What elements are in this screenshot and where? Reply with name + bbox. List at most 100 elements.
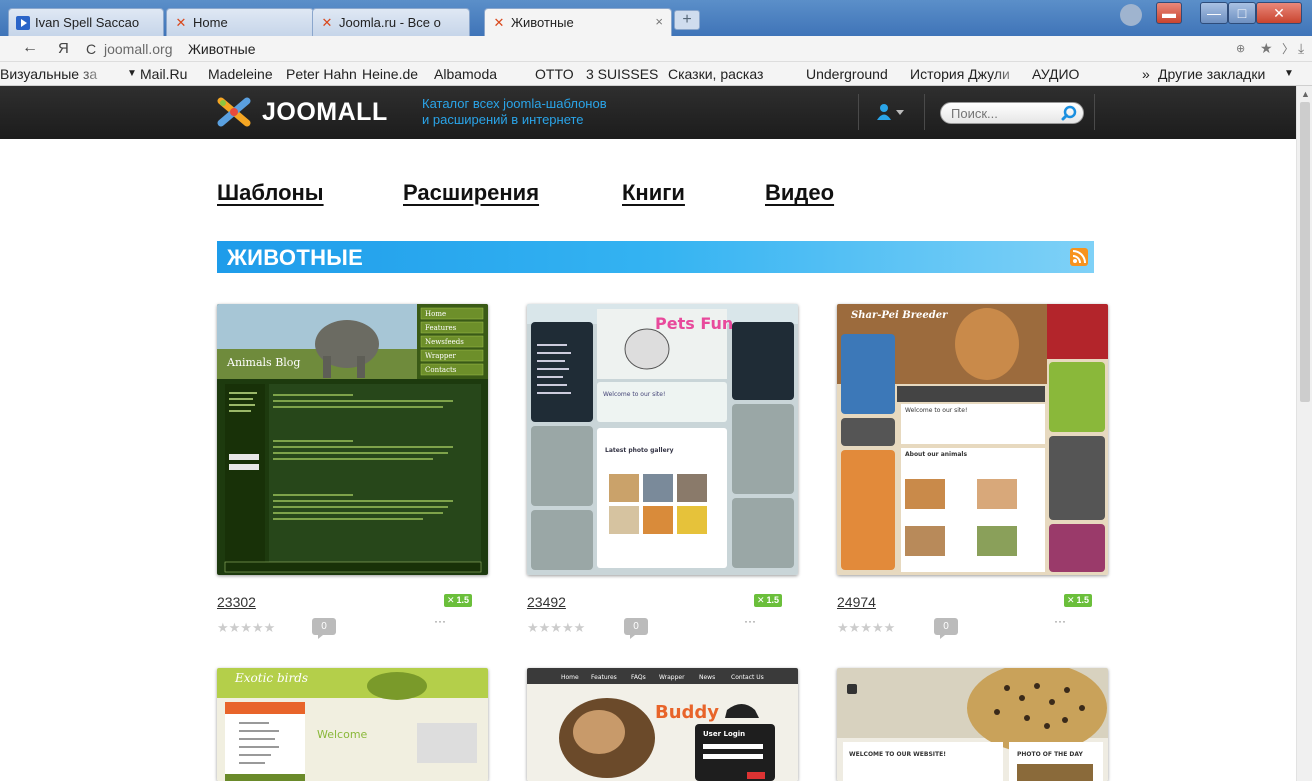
shar-pei-preview: Shar-Pei Breeder Welcome to our site! Ab… xyxy=(837,304,1108,575)
rating-stars[interactable]: ★★★★★ xyxy=(837,620,895,636)
chevron-down-icon[interactable]: ▼ xyxy=(1284,68,1294,79)
preview-welcome: Welcome to our site! xyxy=(603,391,665,398)
preview-photo-title: PHOTO OF THE DAY xyxy=(1017,751,1083,758)
site-logo[interactable]: JOOMALL xyxy=(262,98,388,127)
preview-welcome: Welcome xyxy=(317,728,368,741)
tab-label: Ivan Spell Saccao xyxy=(35,15,140,30)
more-options-icon[interactable]: ··· xyxy=(744,614,756,628)
preview-menu-item: Contacts xyxy=(425,366,457,374)
tab-animals[interactable]: ✕ Животные × xyxy=(484,8,672,37)
scroll-up-icon[interactable]: ▲ xyxy=(1301,89,1310,99)
search-input[interactable] xyxy=(951,105,1051,121)
template-thumbnail[interactable]: WELCOME TO OUR WEBSITE! PHOTO OF THE DAY xyxy=(837,668,1108,781)
reload-icon[interactable]: C xyxy=(86,41,96,57)
template-thumbnail[interactable]: Shar-Pei Breeder Welcome to our site! Ab… xyxy=(837,304,1108,575)
site-header: JOOMALL Каталог всех joomla-шаблонов и р… xyxy=(0,86,1296,139)
animals-blog-preview: Home Features Newsfeeds Wrapper Contacts… xyxy=(217,304,488,575)
nav-templates[interactable]: Шаблоны xyxy=(217,180,324,206)
template-thumbnail[interactable]: Pets Fun Welcome to our site! Latest pho… xyxy=(527,304,798,575)
bookmark-item[interactable]: История Джули xyxy=(910,66,1028,82)
site-tagline: Каталог всех joomla-шаблонов и расширени… xyxy=(422,96,607,128)
joomla-icon: ✕ xyxy=(175,15,187,30)
close-window-button[interactable]: ✕ xyxy=(1256,2,1302,24)
preview-menu-item: FAQs xyxy=(631,674,646,681)
profile-icon[interactable] xyxy=(1120,4,1142,26)
scroll-thumb[interactable] xyxy=(1300,102,1310,402)
back-icon[interactable]: ← xyxy=(22,39,38,57)
bookmark-item[interactable]: Madeleine xyxy=(208,66,273,82)
more-options-icon[interactable]: ··· xyxy=(1054,614,1066,628)
bookmark-item[interactable]: OTTO xyxy=(535,66,574,82)
new-tab-button[interactable]: + xyxy=(674,10,700,30)
maximize-button[interactable]: □ xyxy=(1228,2,1256,24)
bookmark-star-icon[interactable]: ★ xyxy=(1260,40,1273,57)
bookmark-item[interactable]: Сказки, расказ xyxy=(668,66,802,82)
bookmark-item[interactable]: Albamoda xyxy=(434,66,497,82)
template-thumbnail[interactable]: Exotic birds Welcome xyxy=(217,668,488,781)
buddy-preview: Home Features FAQs Wrapper News Contact … xyxy=(527,668,798,781)
nav-video[interactable]: Видео xyxy=(765,180,834,206)
template-id-link[interactable]: 23302 xyxy=(217,594,256,610)
tab-label: Home xyxy=(193,15,228,30)
protect-icon[interactable]: ⊕ xyxy=(1236,42,1245,55)
other-bookmarks[interactable]: Другие закладки xyxy=(1158,66,1265,82)
user-menu-icon[interactable] xyxy=(876,103,906,121)
more-options-icon[interactable]: ··· xyxy=(434,614,446,628)
bookmark-item[interactable]: АУДИО xyxy=(1032,66,1079,82)
comment-count-icon[interactable]: 0 xyxy=(312,618,336,639)
tagline-line: Каталог всех joomla-шаблонов xyxy=(422,96,607,111)
category-header: ЖИВОТНЫЕ xyxy=(217,241,1094,273)
search-icon[interactable] xyxy=(1061,105,1077,121)
comment-count-icon[interactable]: 0 xyxy=(934,618,958,639)
close-tab-icon[interactable]: × xyxy=(655,14,663,29)
preview-welcome: Welcome to our site! xyxy=(905,407,967,414)
preview-menu-item: Newsfeeds xyxy=(425,338,464,346)
more-bookmarks-icon[interactable]: » xyxy=(1142,66,1150,82)
preview-menu-item: Features xyxy=(591,674,617,681)
nav-books[interactable]: Книги xyxy=(622,180,685,206)
preview-menu-item: Contact Us xyxy=(731,674,764,681)
pets-fun-preview: Pets Fun Welcome to our site! Latest pho… xyxy=(527,304,798,575)
template-id-link[interactable]: 24974 xyxy=(837,594,876,610)
tab-ivan-spell[interactable]: Ivan Spell Saccao xyxy=(8,8,164,36)
search-box xyxy=(940,102,1084,124)
tab-label: Joomla.ru - Все о xyxy=(339,15,441,30)
chevron-down-icon[interactable]: ▼ xyxy=(127,68,137,79)
preview-menu-item: Features xyxy=(425,324,457,332)
joomla-logo-icon[interactable] xyxy=(217,97,251,127)
bookmark-item[interactable]: Mail.Ru xyxy=(140,66,187,82)
browser-tab-bar: Ivan Spell Saccao ✕ Home ✕ Joomla.ru - В… xyxy=(0,0,1312,37)
divider xyxy=(858,94,859,130)
template-thumbnail[interactable]: Home Features Newsfeeds Wrapper Contacts… xyxy=(217,304,488,575)
bookmark-item[interactable]: Визуальные за xyxy=(0,66,112,82)
rating-stars[interactable]: ★★★★★ xyxy=(527,620,585,636)
download-icon[interactable]: ⤓ xyxy=(1298,40,1304,57)
preview-title: Buddy xyxy=(655,702,719,723)
bookmark-item[interactable]: Peter Hahn xyxy=(286,66,357,82)
preview-login: User Login xyxy=(703,730,745,738)
joomla-version-badge: 1.5 xyxy=(1064,594,1092,607)
joomla-icon: ✕ xyxy=(321,15,333,30)
url-host[interactable]: joomall.org xyxy=(104,41,172,57)
preview-title: Animals Blog xyxy=(226,356,300,369)
nav-extensions[interactable]: Расширения xyxy=(403,180,539,206)
bookmarks-bar: Визуальные за ▼ Mail.Ru Madeleine Peter … xyxy=(0,62,1312,86)
bookmark-item[interactable]: 3 SUISSES xyxy=(586,66,658,82)
preview-section: About our animals xyxy=(905,451,967,458)
rss-icon[interactable] xyxy=(1070,248,1088,266)
tab-joomla-ru[interactable]: ✕ Joomla.ru - Все о xyxy=(312,8,470,36)
template-id-link[interactable]: 23492 xyxy=(527,594,566,610)
template-thumbnail[interactable]: Home Features FAQs Wrapper News Contact … xyxy=(527,668,798,781)
window-extra-button[interactable]: ▬ xyxy=(1156,2,1182,24)
vertical-scrollbar[interactable]: ▲ xyxy=(1296,86,1312,781)
chevron-right-icon[interactable]: 〉 xyxy=(1282,40,1294,57)
bookmark-item[interactable]: Heine.de xyxy=(362,66,418,82)
bookmark-item[interactable]: Underground xyxy=(806,66,888,82)
minimize-button[interactable]: — xyxy=(1200,2,1228,24)
url-title[interactable]: Животные xyxy=(188,41,256,57)
yandex-icon[interactable]: Я xyxy=(58,40,69,57)
rating-stars[interactable]: ★★★★★ xyxy=(217,620,275,636)
video-icon xyxy=(16,16,30,30)
comment-count-icon[interactable]: 0 xyxy=(624,618,648,639)
tab-home[interactable]: ✕ Home xyxy=(166,8,314,36)
